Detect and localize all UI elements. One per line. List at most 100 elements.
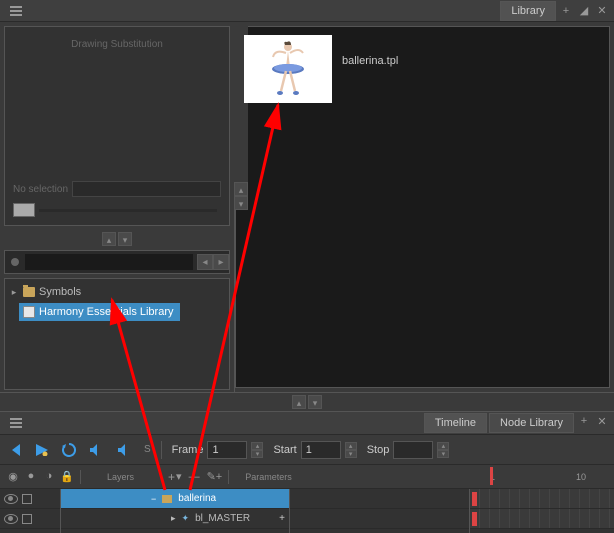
template-strip: ◂ ▸ [4, 250, 230, 274]
start-label: Start [273, 444, 296, 456]
drawing-sub-title: Drawing Substitution [13, 35, 221, 54]
add-layer-dropdown-icon[interactable]: ▾ [176, 470, 182, 483]
group-icon [162, 495, 172, 503]
keyframe-icon[interactable] [472, 492, 477, 506]
strip-prev-icon[interactable]: ◂ [197, 254, 213, 270]
stop-down-icon[interactable]: ▾ [437, 450, 449, 458]
stop-input[interactable] [393, 441, 433, 459]
layer-row-ballerina[interactable]: − ballerina [61, 489, 289, 509]
delete-layer-button[interactable]: — [189, 471, 200, 483]
strip-content[interactable] [25, 254, 193, 270]
template-thumbnail[interactable] [244, 35, 332, 103]
add-drawing-button[interactable]: ✎+ [207, 470, 223, 483]
layer-name: ballerina [178, 493, 216, 504]
drawing-sub-slider[interactable] [13, 203, 221, 217]
no-selection-label: No selection [13, 184, 68, 195]
tree-item-essentials[interactable]: Harmony Essentials Library [19, 303, 180, 321]
tree-label-symbols: Symbols [39, 286, 81, 298]
scroll-up-icon[interactable]: ▴ [234, 182, 248, 196]
layer-names-column: − ballerina ▸ ✦ bl_MASTER + [60, 489, 290, 533]
drawing-name-field[interactable] [72, 181, 221, 197]
add-tab-icon[interactable]: + [558, 3, 574, 19]
ruler-tick: 10 [576, 472, 586, 482]
splitter-handle-1[interactable]: ▴ ▾ [0, 230, 234, 248]
collapse-down-icon[interactable]: ▾ [118, 232, 132, 246]
layer-name: bl_MASTER [195, 513, 250, 524]
solo-toggle[interactable] [22, 494, 32, 504]
tree-expand-icon[interactable]: ▸ [9, 287, 19, 298]
stop-up-icon[interactable]: ▴ [437, 442, 449, 450]
drawing-sub-preview [13, 54, 221, 179]
playback-toolbar: S Frame ▴▾ Start ▴▾ Stop ▴▾ [0, 435, 614, 465]
start-input[interactable] [301, 441, 341, 459]
tree-item-symbols[interactable]: ▸ Symbols [5, 283, 229, 301]
collapse-down-icon-2[interactable]: ▾ [308, 395, 322, 409]
visibility-toggle[interactable] [4, 514, 18, 524]
tab-library[interactable]: Library [500, 1, 556, 21]
timeline-ruler-area: 1 10 [484, 465, 614, 533]
library-left-column: Drawing Substitution No selection ▴ ▾ ▴ … [0, 22, 235, 392]
parameters-header-label: Parameters [245, 472, 292, 482]
tab-node-library[interactable]: Node Library [489, 413, 574, 433]
layers-header-label: Layers [107, 472, 134, 482]
frame-ruler[interactable]: 1 10 [484, 465, 614, 489]
folder-icon [23, 287, 35, 297]
play-button[interactable] [34, 444, 50, 456]
splitter-handle-2[interactable]: ▴ ▾ [0, 392, 614, 411]
library-icon [23, 306, 35, 318]
collapse-icon[interactable]: − [151, 494, 156, 504]
library-upper-area: Drawing Substitution No selection ▴ ▾ ▴ … [0, 22, 614, 392]
parameters-column [290, 489, 470, 533]
tab-timeline[interactable]: Timeline [424, 413, 487, 433]
library-panel-header: Library + ◢ ✕ [0, 0, 614, 22]
expand-icon[interactable]: ▸ [171, 513, 176, 524]
keyframe-icon[interactable] [472, 512, 477, 526]
add-peg-button[interactable]: + [279, 513, 285, 524]
layer-visibility-column [0, 489, 60, 533]
collapse-up-icon[interactable]: ▴ [102, 232, 116, 246]
playhead[interactable] [490, 467, 493, 485]
slider-track [39, 209, 217, 212]
strip-next-icon[interactable]: ▸ [213, 254, 229, 270]
frame-up-icon[interactable]: ▴ [251, 442, 263, 450]
close-icon[interactable]: ✕ [594, 3, 610, 19]
sound-scrub-button[interactable] [116, 444, 134, 456]
close-icon-2[interactable]: ✕ [594, 413, 610, 429]
panel-menu-icon[interactable] [6, 1, 26, 21]
slider-thumb[interactable] [13, 203, 35, 217]
scroll-down-icon[interactable]: ▾ [234, 196, 248, 210]
drawing-substitution-panel: Drawing Substitution No selection [4, 26, 230, 226]
thumbnail-label: ballerina.tpl [342, 35, 398, 67]
loop-button[interactable] [60, 443, 78, 457]
start-up-icon[interactable]: ▴ [345, 442, 357, 450]
frame-label: Frame [172, 444, 204, 456]
tree-label-essentials: Harmony Essentials Library [39, 306, 174, 318]
show-mode-icon[interactable]: ● [24, 470, 38, 484]
strip-handle-icon[interactable] [11, 258, 19, 266]
solo-toggle[interactable] [22, 514, 32, 524]
go-first-frame-button[interactable] [6, 444, 24, 456]
frame-input[interactable] [207, 441, 247, 459]
start-down-icon[interactable]: ▾ [345, 450, 357, 458]
stop-label: Stop [367, 444, 390, 456]
add-tab-icon-2[interactable]: + [576, 413, 592, 429]
peg-icon: ✦ [182, 513, 190, 524]
dock-icon[interactable]: ◢ [576, 3, 592, 19]
show-all-icon[interactable]: ◉ [6, 470, 20, 484]
onion-icon[interactable]: ◑ [42, 470, 56, 484]
add-layer-button[interactable]: + [168, 470, 175, 484]
collapse-up-icon-2[interactable]: ▴ [292, 395, 306, 409]
layer-row-bl-master[interactable]: ▸ ✦ bl_MASTER + [61, 509, 289, 529]
lock-icon[interactable]: 🔒 [60, 470, 74, 484]
param-row[interactable] [290, 509, 469, 529]
sound-button[interactable] [88, 444, 106, 456]
frame-down-icon[interactable]: ▾ [251, 450, 263, 458]
visibility-toggle[interactable] [4, 494, 18, 504]
library-tree: ▸ Symbols Harmony Essentials Library [4, 278, 230, 390]
timeline-panel-header: Timeline Node Library + ✕ [0, 411, 614, 435]
panel-menu-icon-2[interactable] [6, 413, 26, 433]
audio-s-label: S [144, 444, 151, 455]
param-row[interactable] [290, 489, 469, 509]
library-content-area[interactable]: ballerina.tpl [235, 26, 610, 388]
ballerina-preview-icon [263, 39, 313, 99]
